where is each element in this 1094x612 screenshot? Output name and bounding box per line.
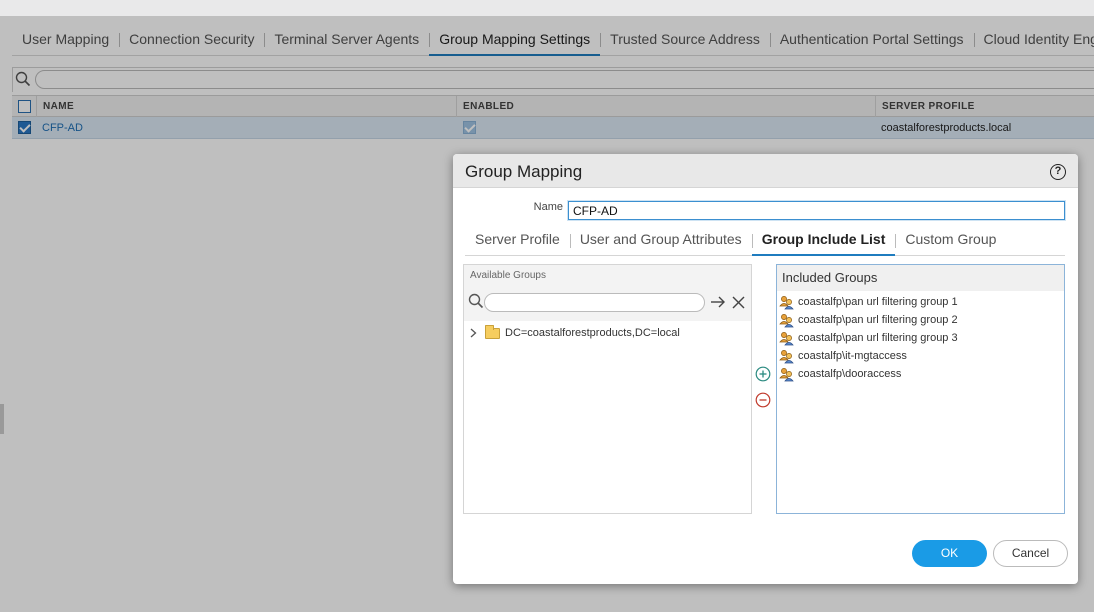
name-field[interactable] [568,201,1065,220]
dialog-header: Group Mapping ? [453,154,1078,188]
tree-node[interactable]: DC=coastalforestproducts,DC=local [470,324,680,339]
included-group-label: coastalfp\pan url filtering group 1 [798,296,958,308]
group-icon [779,331,794,345]
group-icon [779,349,794,363]
search-icon [468,293,484,309]
folder-icon [485,324,500,339]
group-mapping-dialog: Group Mapping ? Name Server Profile User… [453,154,1078,584]
included-group-label: coastalfp\dooraccess [798,368,902,380]
list-item[interactable]: coastalfp\dooraccess [779,365,958,383]
available-groups-panel: Available Groups DC=coastalforestproduct… [463,264,752,514]
group-icon [779,367,794,381]
tree-node-label: DC=coastalforestproducts,DC=local [505,327,680,339]
group-icon [779,313,794,327]
tab-group-include-list[interactable]: Group Include List [751,225,896,256]
available-groups-search-input[interactable] [484,293,705,312]
remove-icon[interactable] [755,392,771,408]
included-group-label: coastalfp\pan url filtering group 3 [798,332,958,344]
list-item[interactable]: coastalfp\it-mgtaccess [779,347,958,365]
top-bar [0,0,1094,16]
included-groups-panel: Included Groups coastalfp\pan url filter… [776,264,1065,514]
included-group-label: coastalfp\it-mgtaccess [798,350,907,362]
help-icon[interactable]: ? [1050,164,1066,180]
included-groups-title: Included Groups [777,265,1064,291]
clear-icon[interactable] [732,296,745,309]
available-groups-title: Available Groups [470,270,546,281]
name-label: Name [533,201,563,213]
add-icon[interactable] [755,366,771,382]
dialog-title: Group Mapping [465,162,583,181]
cancel-button[interactable]: Cancel [993,540,1068,567]
included-group-label: coastalfp\pan url filtering group 2 [798,314,958,326]
list-item[interactable]: coastalfp\pan url filtering group 1 [779,293,958,311]
list-item[interactable]: coastalfp\pan url filtering group 2 [779,311,958,329]
chevron-right-icon[interactable] [470,328,477,338]
tab-custom-group[interactable]: Custom Group [895,225,1006,256]
tab-server-profile[interactable]: Server Profile [465,225,570,256]
ok-button[interactable]: OK [912,540,987,567]
dialog-tab-bar: Server Profile User and Group Attributes… [465,225,1065,256]
list-item[interactable]: coastalfp\pan url filtering group 3 [779,329,958,347]
group-icon [779,295,794,309]
arrow-right-icon[interactable] [710,295,726,309]
included-groups-list: coastalfp\pan url filtering group 1 coas… [779,293,958,383]
tab-user-and-group-attributes[interactable]: User and Group Attributes [569,225,752,256]
available-groups-tree: DC=coastalforestproducts,DC=local [464,321,751,513]
